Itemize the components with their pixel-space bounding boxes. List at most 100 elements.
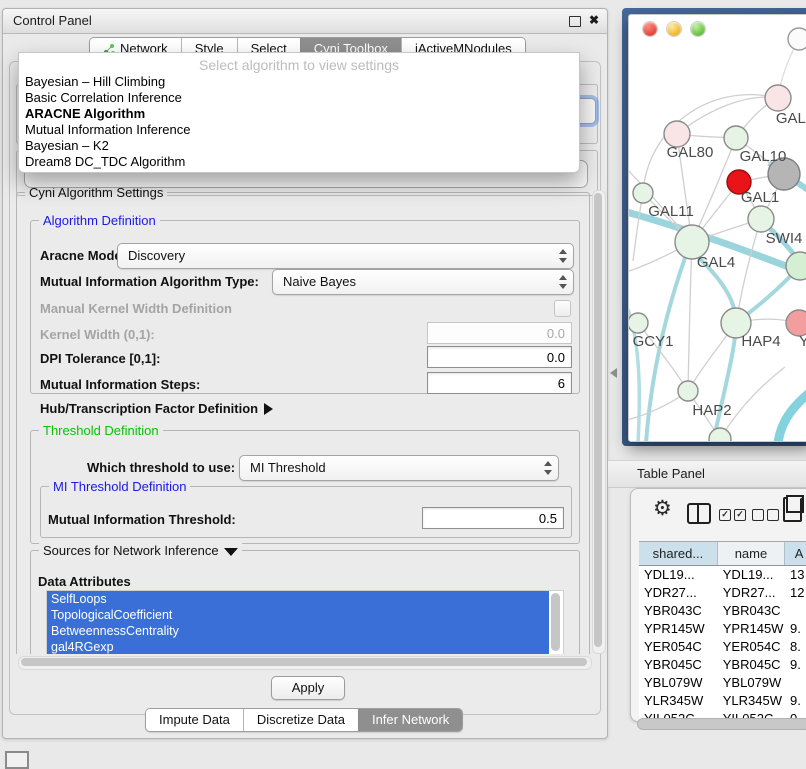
tab-infer-network[interactable]: Infer Network [358,709,462,731]
table-row[interactable]: YDR27...YDR27...12 [639,584,806,602]
aracne-mode-combobox[interactable]: Discovery [117,243,574,269]
docked-panel-icon[interactable] [5,751,29,769]
which-threshold-label: Which threshold to use: [87,460,235,475]
mi-threshold-label: Mutual Information Threshold: [48,512,236,527]
tab-discretize-data[interactable]: Discretize Data [243,709,358,731]
table-row[interactable]: YER054CYER054C8. [639,638,806,656]
new-table-icon[interactable] [783,497,802,522]
network-node[interactable] [709,428,731,441]
list-item[interactable]: SelfLoops [47,591,549,607]
aracne-mode-value: Discovery [128,248,185,263]
table-panel-window: ⚙ ✓ ✓ shared... name A YDL19...YDL19...1… [630,488,806,722]
menu-item[interactable]: Bayesian – K2 [19,138,579,154]
network-edge[interactable] [677,97,778,134]
hub-definition-label: Hub/Transcription Factor Definition [40,401,258,416]
cell: YPR145W [718,620,785,638]
table-row[interactable]: YBR043CYBR043C [639,602,806,620]
settings-scrollview: Cyni Algorithm Settings Algorithm Defini… [12,188,598,654]
algorithm-popup-prompt: Select algorithm to view settings [19,56,579,74]
sources-expander[interactable]: Sources for Network Inference [39,543,242,558]
tab-infer-network-label: Infer Network [372,709,449,731]
select-all-columns-icon[interactable]: ✓ ✓ [719,509,746,521]
menu-item[interactable]: Bayesian – Hill Climbing [19,74,579,90]
window-minimize-button[interactable] [667,22,681,36]
gear-icon[interactable]: ⚙ [653,498,672,519]
threshold-definition-title: Threshold Definition [39,423,163,438]
cell: YDR27... [718,584,785,602]
window-zoom-button[interactable] [691,22,705,36]
column-header-name[interactable]: name [718,542,785,565]
kernel-width-field[interactable]: 0.0 [427,322,572,344]
menu-item[interactable]: Basic Correlation Inference [19,90,579,106]
menu-item-selected[interactable]: ARACNE Algorithm [19,106,579,122]
manual-kernel-checkbox[interactable] [554,300,571,317]
column-header-shared-name[interactable]: shared... [639,542,718,565]
network-node-label: GAL10 [740,148,787,165]
mi-steps-label: Mutual Information Steps: [40,377,200,392]
menu-item[interactable]: Mutual Information Inference [19,122,579,138]
network-node[interactable] [748,206,774,232]
list-scrollbar-thumb[interactable] [551,593,560,651]
network-node-label: HAP2 [692,402,731,419]
table-horizontal-scrollbar[interactable] [637,718,806,730]
mi-type-combobox[interactable]: Naive Bayes [272,269,574,295]
network-node[interactable] [724,126,748,150]
mi-steps-field[interactable]: 6 [427,372,572,394]
cell: 9. [785,692,806,710]
table-row[interactable]: YLR345WYLR345W9. [639,692,806,710]
dpi-tolerance-field[interactable]: 0.0 [427,346,572,368]
tab-impute-data[interactable]: Impute Data [146,709,243,731]
data-attributes-list[interactable]: SelfLoops TopologicalCoefficient Between… [46,590,564,654]
control-panel-titlebar: Control Panel ✖ [3,9,607,34]
column-layout-icon[interactable] [687,503,711,524]
cell: YBR043C [718,602,785,620]
list-item[interactable]: gal4RGexp [47,639,549,654]
cell: YBL079W [639,674,718,692]
cell: YBR045C [718,656,785,674]
apply-button[interactable]: Apply [271,676,345,700]
table-row[interactable]: YBR045CYBR045C9. [639,656,806,674]
network-view-frame: GAL7GAL80GAL10GAL1GAL11SWI4GAL4GCY1HAP4Y… [622,8,806,446]
cyni-algorithm-settings-title: Cyni Algorithm Settings [25,188,167,200]
network-node[interactable] [765,85,791,111]
tab-discretize-data-label: Discretize Data [257,709,345,731]
network-node[interactable] [788,28,806,50]
float-window-icon[interactable] [569,16,581,27]
split-pane-collapse-arrow[interactable] [610,368,617,378]
list-item[interactable]: TopologicalCoefficient [47,607,549,623]
table-row[interactable]: YDL19...YDL19...13 [639,566,806,584]
cell: YLR345W [639,692,718,710]
table-row[interactable]: YBL079WYBL079W [639,674,806,692]
cell: YBL079W [718,674,785,692]
settings-horizontal-scrollbar[interactable] [18,656,592,670]
deselect-all-columns-icon[interactable] [752,509,779,521]
cell: YDL19... [639,566,718,584]
close-icon[interactable]: ✖ [589,13,599,27]
column-header-partial[interactable]: A [785,542,806,565]
cell: 8. [785,638,806,656]
network-node[interactable] [678,381,698,401]
network-node[interactable] [633,183,653,203]
network-node-label: SWI4 [766,230,803,247]
network-node-label: GCY1 [633,333,674,350]
list-item[interactable]: BetweennessCentrality [47,623,549,639]
which-threshold-combobox[interactable]: MI Threshold [239,455,559,481]
sources-title: Sources for Network Inference [43,543,219,558]
menu-item[interactable]: Dream8 DC_TDC Algorithm [19,154,579,170]
aracne-mode-label: Aracne Mode: [40,248,126,263]
network-edge[interactable] [778,385,806,441]
network-node-label: Y [799,333,806,350]
network-edge[interactable] [688,242,692,391]
network-canvas[interactable]: GAL7GAL80GAL10GAL1GAL11SWI4GAL4GCY1HAP4Y… [629,15,806,441]
algorithm-definition-title: Algorithm Definition [39,213,160,228]
network-node[interactable] [629,313,648,333]
mi-threshold-field[interactable]: 0.5 [422,507,564,529]
hub-definition-expander[interactable]: Hub/Transcription Factor Definition [40,401,273,416]
vertical-scrollbar-thumb[interactable] [594,193,602,647]
window-close-button[interactable] [643,22,657,36]
table-row[interactable]: YPR145WYPR145W9. [639,620,806,638]
expander-collapsed-icon [264,403,273,415]
horizontal-scrollbar-thumb[interactable] [21,658,587,666]
settings-vertical-scrollbar[interactable] [592,190,606,654]
network-node-label: GAL7 [776,110,806,127]
